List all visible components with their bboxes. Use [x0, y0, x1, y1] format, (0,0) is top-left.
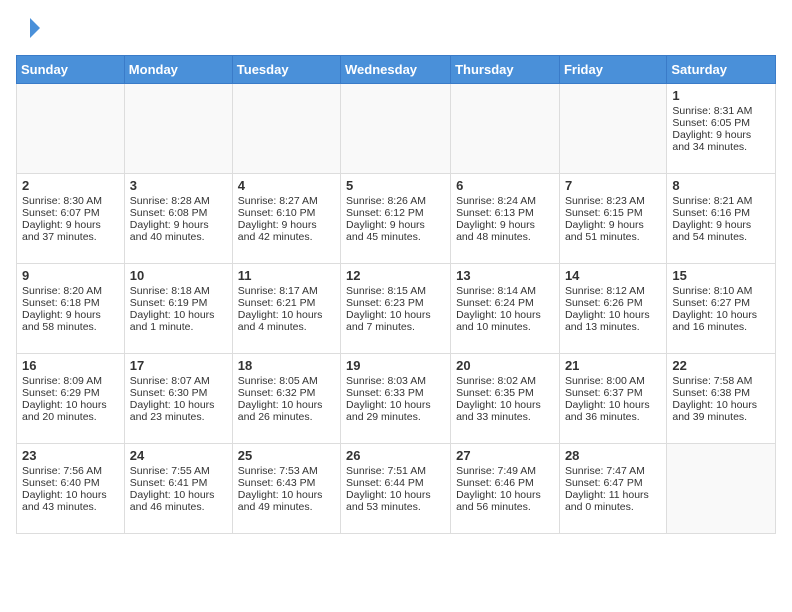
day-number: 12: [346, 268, 445, 283]
day-number: 22: [672, 358, 770, 373]
calendar-day-cell: 26Sunrise: 7:51 AM Sunset: 6:44 PM Dayli…: [341, 444, 451, 534]
logo: [16, 16, 42, 45]
calendar-day-cell: 1Sunrise: 8:31 AM Sunset: 6:05 PM Daylig…: [667, 84, 776, 174]
calendar-day-cell: 8Sunrise: 8:21 AM Sunset: 6:16 PM Daylig…: [667, 174, 776, 264]
calendar-day-cell: 21Sunrise: 8:00 AM Sunset: 6:37 PM Dayli…: [559, 354, 666, 444]
calendar-day-cell: [667, 444, 776, 534]
calendar-day-cell: 25Sunrise: 7:53 AM Sunset: 6:43 PM Dayli…: [232, 444, 340, 534]
calendar-day-header: Sunday: [17, 56, 125, 84]
calendar-day-cell: [341, 84, 451, 174]
day-number: 17: [130, 358, 227, 373]
day-number: 2: [22, 178, 119, 193]
day-number: 19: [346, 358, 445, 373]
calendar-day-cell: 28Sunrise: 7:47 AM Sunset: 6:47 PM Dayli…: [559, 444, 666, 534]
calendar-day-cell: 14Sunrise: 8:12 AM Sunset: 6:26 PM Dayli…: [559, 264, 666, 354]
calendar-day-cell: 3Sunrise: 8:28 AM Sunset: 6:08 PM Daylig…: [124, 174, 232, 264]
day-number: 16: [22, 358, 119, 373]
day-number: 25: [238, 448, 335, 463]
day-number: 8: [672, 178, 770, 193]
day-number: 24: [130, 448, 227, 463]
calendar-day-cell: 20Sunrise: 8:02 AM Sunset: 6:35 PM Dayli…: [451, 354, 560, 444]
calendar-week-row: 16Sunrise: 8:09 AM Sunset: 6:29 PM Dayli…: [17, 354, 776, 444]
calendar-day-header: Tuesday: [232, 56, 340, 84]
calendar-day-cell: 4Sunrise: 8:27 AM Sunset: 6:10 PM Daylig…: [232, 174, 340, 264]
calendar-day-cell: 6Sunrise: 8:24 AM Sunset: 6:13 PM Daylig…: [451, 174, 560, 264]
day-number: 5: [346, 178, 445, 193]
calendar-day-cell: 18Sunrise: 8:05 AM Sunset: 6:32 PM Dayli…: [232, 354, 340, 444]
calendar-day-header: Wednesday: [341, 56, 451, 84]
calendar-day-cell: 10Sunrise: 8:18 AM Sunset: 6:19 PM Dayli…: [124, 264, 232, 354]
day-number: 20: [456, 358, 554, 373]
calendar-day-cell: 7Sunrise: 8:23 AM Sunset: 6:15 PM Daylig…: [559, 174, 666, 264]
day-number: 6: [456, 178, 554, 193]
calendar-day-header: Monday: [124, 56, 232, 84]
calendar-table: SundayMondayTuesdayWednesdayThursdayFrid…: [16, 55, 776, 534]
calendar-day-cell: 24Sunrise: 7:55 AM Sunset: 6:41 PM Dayli…: [124, 444, 232, 534]
calendar-day-cell: [124, 84, 232, 174]
calendar-day-cell: 22Sunrise: 7:58 AM Sunset: 6:38 PM Dayli…: [667, 354, 776, 444]
day-number: 1: [672, 88, 770, 103]
day-number: 11: [238, 268, 335, 283]
day-number: 27: [456, 448, 554, 463]
day-number: 3: [130, 178, 227, 193]
day-number: 9: [22, 268, 119, 283]
calendar-week-row: 9Sunrise: 8:20 AM Sunset: 6:18 PM Daylig…: [17, 264, 776, 354]
day-number: 7: [565, 178, 661, 193]
calendar-body: 1Sunrise: 8:31 AM Sunset: 6:05 PM Daylig…: [17, 84, 776, 534]
calendar-day-cell: 2Sunrise: 8:30 AM Sunset: 6:07 PM Daylig…: [17, 174, 125, 264]
calendar-day-cell: 15Sunrise: 8:10 AM Sunset: 6:27 PM Dayli…: [667, 264, 776, 354]
page-header: [16, 16, 776, 45]
calendar-day-cell: 27Sunrise: 7:49 AM Sunset: 6:46 PM Dayli…: [451, 444, 560, 534]
calendar-day-cell: 12Sunrise: 8:15 AM Sunset: 6:23 PM Dayli…: [341, 264, 451, 354]
calendar-week-row: 1Sunrise: 8:31 AM Sunset: 6:05 PM Daylig…: [17, 84, 776, 174]
day-number: 21: [565, 358, 661, 373]
calendar-day-cell: 19Sunrise: 8:03 AM Sunset: 6:33 PM Dayli…: [341, 354, 451, 444]
calendar-day-header: Friday: [559, 56, 666, 84]
calendar-day-cell: 13Sunrise: 8:14 AM Sunset: 6:24 PM Dayli…: [451, 264, 560, 354]
day-number: 23: [22, 448, 119, 463]
calendar-day-cell: 11Sunrise: 8:17 AM Sunset: 6:21 PM Dayli…: [232, 264, 340, 354]
day-number: 13: [456, 268, 554, 283]
calendar-header-row: SundayMondayTuesdayWednesdayThursdayFrid…: [17, 56, 776, 84]
day-number: 28: [565, 448, 661, 463]
calendar-day-cell: 5Sunrise: 8:26 AM Sunset: 6:12 PM Daylig…: [341, 174, 451, 264]
calendar-day-cell: [451, 84, 560, 174]
calendar-day-header: Saturday: [667, 56, 776, 84]
calendar-day-cell: 9Sunrise: 8:20 AM Sunset: 6:18 PM Daylig…: [17, 264, 125, 354]
day-number: 4: [238, 178, 335, 193]
day-number: 26: [346, 448, 445, 463]
calendar-day-cell: 17Sunrise: 8:07 AM Sunset: 6:30 PM Dayli…: [124, 354, 232, 444]
calendar-week-row: 23Sunrise: 7:56 AM Sunset: 6:40 PM Dayli…: [17, 444, 776, 534]
calendar-day-cell: 23Sunrise: 7:56 AM Sunset: 6:40 PM Dayli…: [17, 444, 125, 534]
logo-icon: [18, 16, 42, 40]
calendar-day-cell: [559, 84, 666, 174]
calendar-day-cell: [17, 84, 125, 174]
day-number: 15: [672, 268, 770, 283]
calendar-week-row: 2Sunrise: 8:30 AM Sunset: 6:07 PM Daylig…: [17, 174, 776, 264]
calendar-day-cell: [232, 84, 340, 174]
day-number: 14: [565, 268, 661, 283]
calendar-day-header: Thursday: [451, 56, 560, 84]
calendar-day-cell: 16Sunrise: 8:09 AM Sunset: 6:29 PM Dayli…: [17, 354, 125, 444]
day-number: 18: [238, 358, 335, 373]
day-number: 10: [130, 268, 227, 283]
